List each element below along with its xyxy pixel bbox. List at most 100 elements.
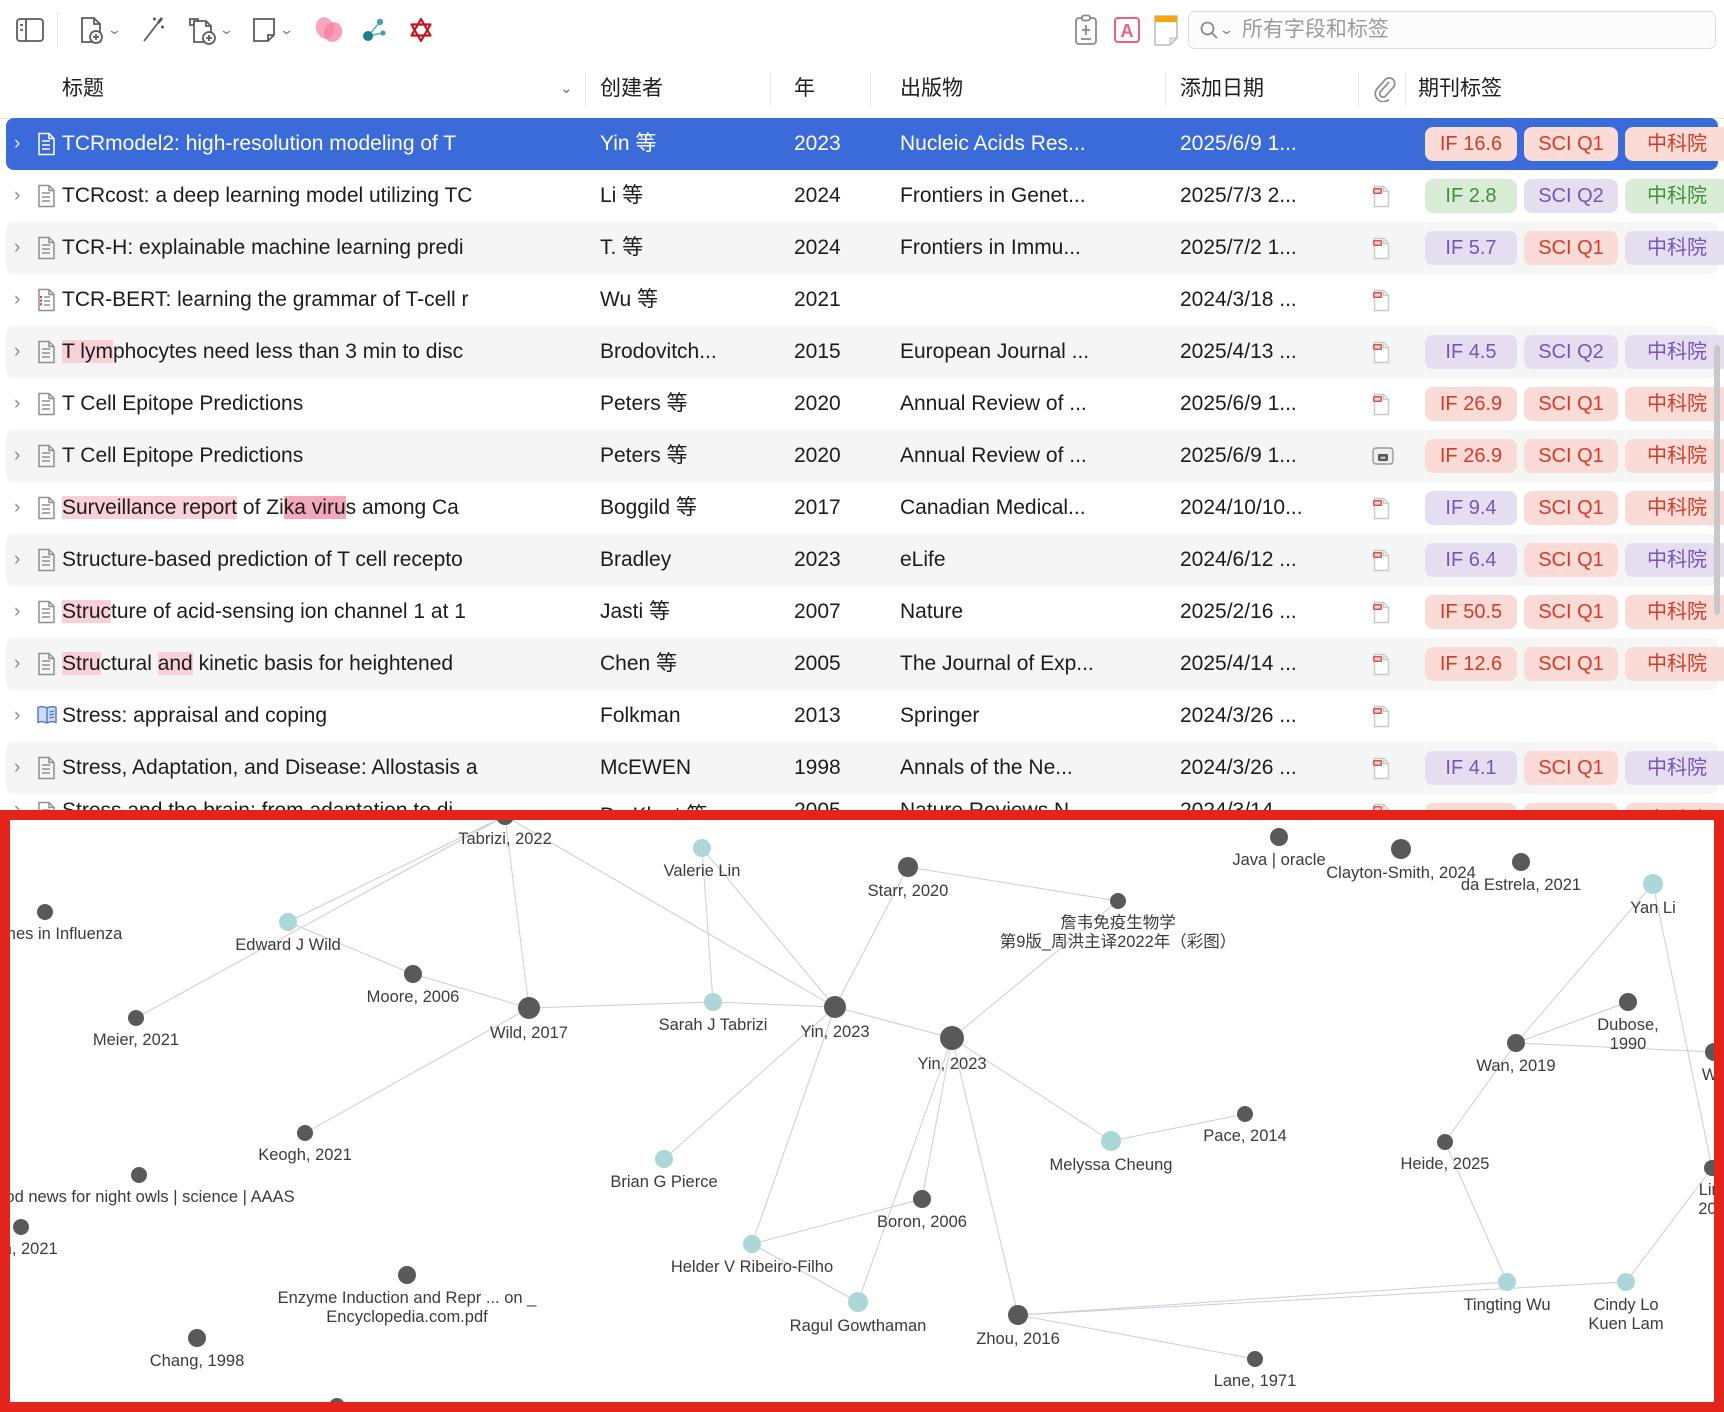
graph-node[interactable] [1619, 993, 1637, 1011]
column-header-date-added[interactable]: 添加日期 [1180, 60, 1264, 118]
tag-badge: SCI Q2 [1524, 179, 1618, 213]
tag-badge: IF 4.5 [1425, 335, 1517, 369]
openai-plugin-icon[interactable] [406, 14, 436, 46]
graph-node[interactable] [693, 839, 711, 857]
row-expander-chevron-icon[interactable]: › [14, 482, 30, 534]
column-header-tags[interactable]: 期刊标签 [1418, 60, 1502, 118]
new-note-button[interactable]: ⌄ [250, 14, 292, 46]
sidebar-toggle-icon[interactable] [16, 14, 44, 46]
row-expander-chevron-icon[interactable]: › [14, 274, 30, 326]
graph-node[interactable] [297, 1125, 313, 1141]
graph-node[interactable] [1617, 1273, 1635, 1291]
graph-node[interactable] [824, 996, 846, 1018]
new-item-button[interactable]: ⌄ [76, 14, 120, 46]
graph-node[interactable] [655, 1150, 673, 1168]
row-expander-chevron-icon[interactable]: › [14, 170, 30, 222]
tag-badge: SCI Q1 [1524, 491, 1618, 525]
row-expander-chevron-icon[interactable]: › [14, 118, 30, 170]
row-expander-chevron-icon[interactable]: › [14, 638, 30, 690]
graph-node[interactable] [398, 1266, 416, 1284]
graph-node[interactable] [518, 997, 540, 1019]
graph-node[interactable] [1704, 1160, 1720, 1176]
table-row[interactable]: › Stress, Adaptation, and Disease: Allos… [6, 742, 1718, 794]
graph-node[interactable] [940, 1026, 964, 1050]
item-title: Stress: appraisal and coping [62, 690, 585, 742]
graph-node-label: Enzyme Induction and Repr ... on _ Encyc… [278, 1289, 537, 1327]
search-box[interactable]: ⌄ [1188, 11, 1716, 49]
graph-plugin-icon[interactable] [360, 14, 390, 46]
search-input[interactable] [1240, 17, 1705, 43]
table-row[interactable]: › T Cell Epitope PredictionsPeters 等2020… [6, 430, 1718, 482]
graph-node[interactable] [1101, 1131, 1121, 1151]
item-date-added: 2025/4/13 ... [1180, 326, 1366, 378]
graph-node[interactable] [1247, 1351, 1263, 1367]
graph-node[interactable] [1498, 1273, 1516, 1291]
add-by-identifier-wand-icon[interactable] [138, 14, 168, 46]
graph-node-label: Tabrizi, 2022 [458, 830, 552, 849]
column-header-title[interactable]: 标题 [62, 60, 104, 118]
graph-node[interactable] [128, 1010, 144, 1026]
graph-node[interactable] [37, 904, 53, 920]
sort-chevron-icon[interactable]: ⌄ [560, 60, 573, 118]
row-expander-chevron-icon[interactable]: › [14, 690, 30, 742]
graph-node[interactable] [1643, 874, 1663, 894]
tag-badge: 中科院 [1625, 595, 1724, 629]
graph-node[interactable] [131, 1167, 147, 1183]
table-row[interactable]: › T Cell Epitope PredictionsPeters 等2020… [6, 378, 1718, 430]
table-row[interactable]: › TCRcost: a deep learning model utilizi… [6, 170, 1718, 222]
graph-node[interactable] [704, 993, 722, 1011]
paperclip-icon[interactable] [1372, 76, 1396, 102]
annotation-note-icon[interactable] [1152, 14, 1180, 46]
graph-node[interactable] [1391, 839, 1411, 859]
graph-node[interactable] [188, 1329, 206, 1347]
column-header-creator[interactable]: 创建者 [600, 60, 663, 118]
table-row[interactable]: › TCR-BERT: learning the grammar of T-ce… [6, 274, 1718, 326]
tag-badge: IF 5.7 [1425, 231, 1517, 265]
graph-node[interactable] [1507, 1034, 1525, 1052]
graph-node-label: Wan, 2019 [1476, 1057, 1555, 1076]
new-attachment-button[interactable]: ⌄ [186, 14, 232, 46]
column-header-publication[interactable]: 出版物 [900, 60, 963, 118]
graph-node[interactable] [13, 1219, 29, 1235]
row-expander-chevron-icon[interactable]: › [14, 326, 30, 378]
graph-node[interactable] [279, 913, 297, 931]
graph-node[interactable] [1270, 828, 1288, 846]
graph-node[interactable] [1008, 1305, 1028, 1325]
table-row[interactable]: › Stress: appraisal and copingFolkman201… [6, 690, 1718, 742]
row-expander-chevron-icon[interactable]: › [14, 430, 30, 482]
graph-node[interactable] [1110, 893, 1126, 909]
table-row[interactable]: › Structure-based prediction of T cell r… [6, 534, 1718, 586]
graph-node-label: Ragul Gowthaman [790, 1317, 927, 1336]
graph-node-label: Good news for night owls | science | AAA… [0, 1188, 295, 1207]
table-row[interactable]: › Structural and kinetic basis for heigh… [6, 638, 1718, 690]
translate-a-icon[interactable]: A [1112, 14, 1142, 46]
graph-node[interactable] [329, 1398, 345, 1412]
row-expander-chevron-icon[interactable]: › [14, 586, 30, 638]
graph-node[interactable] [913, 1190, 931, 1208]
graph-node-label: Melyssa Cheung [1050, 1156, 1173, 1175]
table-row[interactable]: › TCR-H: explainable machine learning pr… [6, 222, 1718, 274]
column-header-year[interactable]: 年 [794, 60, 815, 118]
graph-node[interactable] [1705, 1043, 1723, 1061]
item-year: 1998 [794, 742, 884, 794]
graph-node[interactable] [404, 965, 422, 983]
table-row[interactable]: › Surveillance report of Zika virus amon… [6, 482, 1718, 534]
row-expander-chevron-icon[interactable]: › [14, 742, 30, 794]
graph-node[interactable] [743, 1235, 761, 1253]
row-expander-chevron-icon[interactable]: › [14, 534, 30, 586]
item-title: Stress, Adaptation, and Disease: Allosta… [62, 742, 585, 794]
table-row[interactable]: › T lymphocytes need less than 3 min to … [6, 326, 1718, 378]
row-expander-chevron-icon[interactable]: › [14, 222, 30, 274]
row-expander-chevron-icon[interactable]: › [14, 378, 30, 430]
vertical-scrollbar[interactable] [1714, 345, 1720, 615]
graph-node[interactable] [848, 1292, 868, 1312]
table-row[interactable]: › TCRmodel2: high-resolution modeling of… [6, 118, 1718, 170]
graph-node[interactable] [1437, 1134, 1453, 1150]
graph-node[interactable] [1512, 853, 1530, 871]
graph-node[interactable] [898, 857, 918, 877]
graph-node[interactable] [1237, 1106, 1253, 1122]
petals-plugin-icon[interactable] [312, 14, 346, 46]
table-row[interactable]: › Structure of acid-sensing ion channel … [6, 586, 1718, 638]
import-clipboard-icon[interactable] [1072, 14, 1100, 46]
tag-badge: SCI Q1 [1524, 647, 1618, 681]
